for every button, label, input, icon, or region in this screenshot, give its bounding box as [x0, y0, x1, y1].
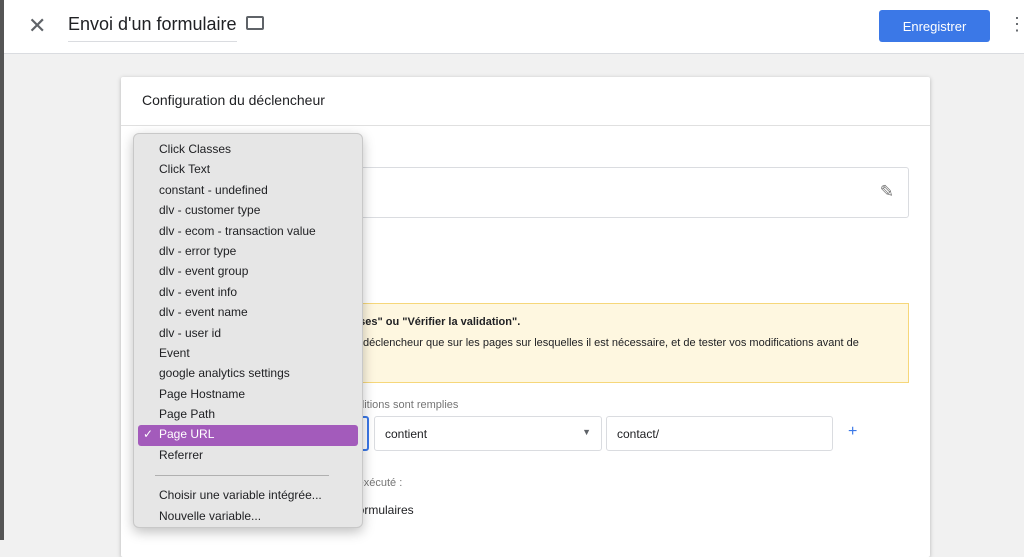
menu-item[interactable]: dlv - event group — [138, 262, 358, 282]
operator-select[interactable]: contient ▼ — [374, 416, 602, 451]
menu-item-label: Click Text — [159, 162, 211, 177]
menu-item[interactable]: Page Path — [138, 405, 358, 425]
dropdown-arrow-icon: ▼ — [582, 427, 591, 437]
save-button[interactable]: Enregistrer — [879, 10, 990, 42]
trigger-name-input[interactable]: Envoi d'un formulaire — [68, 14, 237, 42]
value-input[interactable]: contact/ — [606, 416, 833, 451]
menu-item-label: dlv - customer type — [159, 203, 261, 218]
menu-item-label: google analytics settings — [159, 366, 290, 381]
menu-item-label: dlv - event group — [159, 264, 249, 279]
menu-item-label: dlv - event name — [159, 305, 248, 320]
menu-item-label: dlv - user id — [159, 325, 222, 340]
menu-item[interactable]: Page Hostname — [138, 385, 358, 405]
menu-item[interactable]: dlv - event info — [138, 283, 358, 303]
menu-item-label: Event — [159, 345, 190, 360]
menu-item[interactable]: dlv - user id — [138, 324, 358, 344]
menu-item[interactable]: dlv - customer type — [138, 201, 358, 221]
trigger-type-field[interactable]: ✎ — [351, 167, 909, 218]
more-vert-icon[interactable]: ⋮ — [1008, 14, 1024, 35]
menu-item-label: Referrer — [159, 447, 204, 462]
menu-item[interactable]: Click Classes — [138, 140, 358, 160]
menu-item[interactable]: Click Text — [138, 160, 358, 180]
menu-item-label: dlv - error type — [159, 243, 237, 258]
menu-item-label: Click Classes — [159, 142, 232, 156]
menu-item[interactable]: constant - undefined — [138, 181, 358, 201]
left-window-edge — [0, 0, 4, 540]
menu-item[interactable]: google analytics settings — [138, 364, 358, 384]
menu-item-new-variable[interactable]: Nouvelle variable... — [138, 507, 358, 527]
divider — [121, 125, 930, 126]
menu-item-label: Page Path — [159, 407, 216, 422]
folder-icon[interactable] — [246, 16, 264, 30]
menu-item-label: dlv - ecom - transaction value — [159, 223, 316, 238]
menu-item-label: Page Hostname — [159, 386, 246, 401]
menu-item-label: constant - undefined — [159, 182, 268, 197]
add-condition-icon[interactable]: + — [848, 423, 857, 441]
warning-text: déclencheur que sur les pages sur lesque… — [363, 337, 859, 349]
menu-item-label: Page URL — [159, 427, 215, 442]
menu-item[interactable]: dlv - error type — [138, 242, 358, 262]
warning-bold: lises" ou "Vérifier la validation". — [353, 316, 521, 328]
menu-item[interactable]: dlv - event name — [138, 303, 358, 323]
operator-value: contient — [385, 427, 428, 441]
conditions-label: nditions sont remplies — [352, 399, 459, 411]
variable-dropdown-menu: Click Classes Click Text constant - undefi… — [133, 133, 363, 528]
pencil-icon[interactable]: ✎ — [880, 182, 894, 202]
header: ✕ Envoi d'un formulaire Enregistrer ⋮ — [4, 0, 1024, 54]
menu-separator — [155, 475, 329, 477]
menu-item[interactable]: Referrer — [138, 446, 358, 466]
menu-item[interactable]: ✓ Page URL — [138, 425, 358, 446]
close-icon[interactable]: ✕ — [28, 13, 46, 39]
menu-item-builtin[interactable]: Choisir une variable intégrée... — [138, 486, 358, 506]
warning-box: lises" ou "Vérifier la validation". décl… — [345, 303, 909, 383]
card-title: Configuration du déclencheur — [142, 92, 325, 108]
check-icon: ✓ — [143, 427, 154, 442]
menu-item-label: dlv - event info — [159, 284, 238, 299]
menu-item[interactable]: dlv - ecom - transaction value — [138, 222, 358, 242]
menu-item[interactable]: Event — [138, 344, 358, 364]
